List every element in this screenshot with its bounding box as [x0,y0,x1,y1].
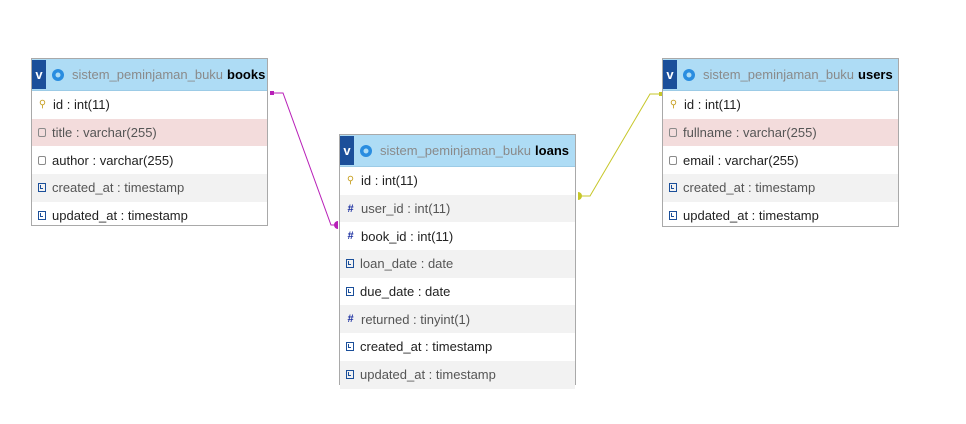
column-row[interactable]: author : varchar(255) [32,146,267,174]
column-label: book_id : int(11) [361,228,454,244]
column-row[interactable]: # user_id : int(11) [340,194,575,223]
column-label: fullname : varchar(255) [683,125,817,141]
timestamp-icon [346,259,354,269]
table-header[interactable]: v sistem_peminjaman_buku books [32,59,267,91]
table-name: loans [535,143,569,158]
column-label: id : int(11) [53,97,110,113]
timestamp-icon [669,211,677,221]
column-label: loan_date : date [360,256,454,272]
column-row[interactable]: ⚲ id : int(11) [340,167,575,195]
database-name: sistem_peminjaman_buku [703,67,855,82]
table-name: users [858,67,893,82]
table-header[interactable]: v sistem_peminjaman_buku loans [340,135,575,167]
gear-icon[interactable] [50,67,66,83]
column-row[interactable]: created_at : timestamp [32,174,267,202]
timestamp-icon [346,370,354,380]
toggle-button[interactable]: v [340,136,354,165]
timestamp-icon [346,287,354,297]
table-books[interactable]: v sistem_peminjaman_buku books ⚲ id : int… [31,58,268,226]
timestamp-icon [38,211,46,221]
column-label: title : varchar(255) [52,125,157,141]
gear-icon[interactable] [358,143,374,159]
key-icon: ⚲ [38,98,47,110]
column-row[interactable]: updated_at : timestamp [32,202,267,230]
table-name: books [227,67,266,82]
column-row[interactable]: loan_date : date [340,250,575,278]
column-label: created_at : timestamp [360,339,493,355]
database-name: sistem_peminjaman_buku [72,67,224,82]
column-row[interactable]: ⚲ id : int(11) [663,91,898,119]
key-icon: ⚲ [669,98,678,110]
column-label: updated_at : timestamp [360,367,496,383]
link-users-loans [578,92,663,200]
field-icon [669,128,677,138]
column-row[interactable]: ⚲ id : int(11) [32,91,267,119]
table-users[interactable]: v sistem_peminjaman_buku users ⚲ id : int… [662,58,899,227]
table-header[interactable]: v sistem_peminjaman_buku users [663,59,898,91]
column-row[interactable]: created_at : timestamp [663,174,898,202]
column-row[interactable]: updated_at : timestamp [340,360,575,389]
column-label: returned : tinyint(1) [361,311,471,327]
column-row[interactable]: # returned : tinyint(1) [340,305,575,334]
toggle-button[interactable]: v [663,60,677,89]
column-label: updated_at : timestamp [52,208,188,224]
column-label: created_at : timestamp [683,180,816,196]
database-name: sistem_peminjaman_buku [380,143,532,158]
timestamp-icon [38,183,46,193]
toggle-button[interactable]: v [32,60,46,89]
column-row[interactable]: created_at : timestamp [340,333,575,361]
gear-icon[interactable] [681,67,697,83]
field-icon [38,128,46,138]
column-label: id : int(11) [361,173,418,189]
number-icon: # [347,202,354,215]
column-row[interactable]: due_date : date [340,278,575,306]
field-icon [669,155,677,165]
column-label: id : int(11) [684,97,741,113]
column-row[interactable]: email : varchar(255) [663,146,898,174]
column-row[interactable]: updated_at : timestamp [663,202,898,230]
key-icon: ⚲ [346,174,355,186]
column-row[interactable]: fullname : varchar(255) [663,118,898,147]
table-loans[interactable]: v sistem_peminjaman_buku loans ⚲ id : int… [339,134,576,389]
timestamp-icon [346,342,354,352]
number-icon: # [347,313,354,326]
column-label: updated_at : timestamp [683,208,819,224]
column-label: author : varchar(255) [52,152,174,168]
column-label: email : varchar(255) [683,152,799,168]
column-row[interactable]: title : varchar(255) [32,118,267,147]
number-icon: # [347,230,354,243]
field-icon [38,155,46,165]
column-label: user_id : int(11) [361,201,451,217]
column-label: created_at : timestamp [52,180,185,196]
column-row[interactable]: # book_id : int(11) [340,222,575,250]
column-label: due_date : date [360,284,451,300]
timestamp-icon [669,183,677,193]
link-books-loans [270,91,338,229]
